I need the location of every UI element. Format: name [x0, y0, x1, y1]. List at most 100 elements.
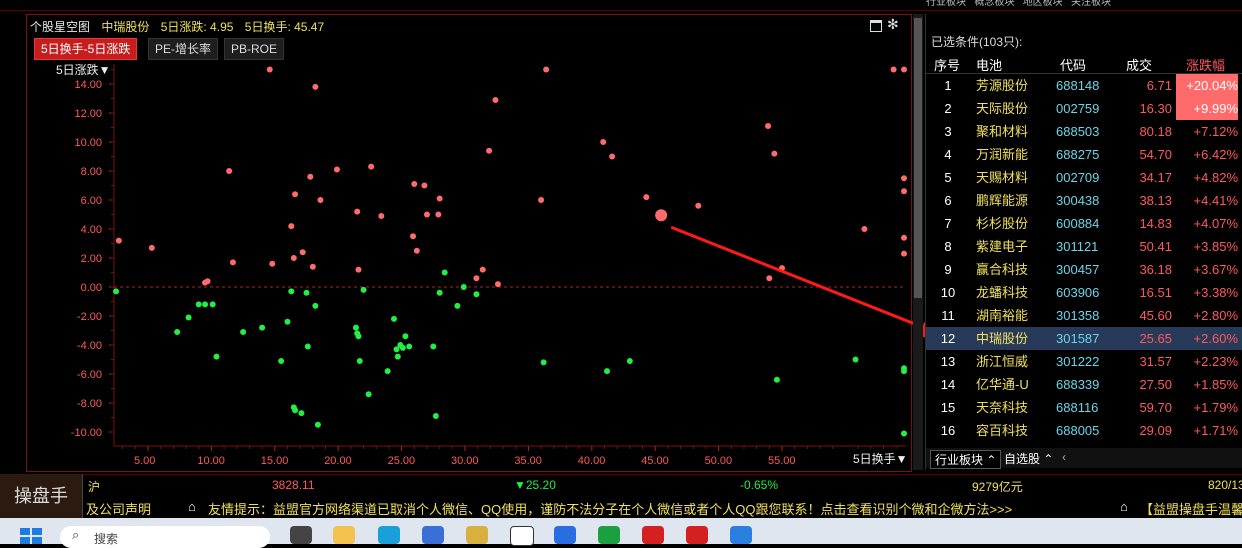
search-placeholder: 搜索 [94, 532, 119, 546]
header-code[interactable]: 代码 [1060, 55, 1086, 74]
up-point [269, 260, 276, 267]
tab-watch[interactable]: 关注板块 [1071, 0, 1111, 8]
edge-icon[interactable] [378, 526, 400, 544]
row-name: 杉杉股份 [976, 216, 1029, 231]
y-tick-label: 2.00 [81, 253, 102, 265]
down-point [384, 368, 391, 375]
up-point [861, 226, 868, 232]
folder-icon[interactable] [333, 526, 355, 544]
scroll-left-icon[interactable]: ‹ [1062, 450, 1066, 464]
stock-row[interactable]: 7 杉杉股份 600884 14.83 +4.07% [926, 212, 1242, 235]
up-point [226, 168, 233, 174]
stock-row[interactable]: 13 浙江恒威 301222 31.57 +2.23% [926, 350, 1242, 373]
tool-icon[interactable] [466, 526, 488, 544]
row-no: 6 [944, 193, 952, 208]
row-no: 4 [944, 147, 952, 162]
header-no[interactable]: 序号 [934, 55, 960, 74]
stock-row[interactable]: 15 天奈科技 688116 59.70 +1.79% [926, 396, 1242, 419]
stock-row[interactable]: 4 万润新能 688275 54.70 +6.42% [926, 143, 1242, 166]
header-price[interactable]: 成交 [1126, 55, 1152, 74]
down-point [390, 315, 397, 322]
trading-app-icon[interactable] [642, 526, 664, 544]
stock-row[interactable]: 8 紫建电子 301121 50.41 +3.85% [926, 235, 1242, 258]
row-price: 6.71 [1146, 78, 1172, 93]
scrollbar-thumb[interactable] [914, 18, 922, 298]
bottom-tab-watchlist[interactable]: 自选股 ⌃ [1004, 450, 1053, 467]
row-change: +4.41% [1193, 193, 1238, 208]
stock-row[interactable]: 6 鹏辉能源 300438 38.13 +4.41% [926, 189, 1242, 212]
stock-row[interactable]: 10 龙蟠科技 603906 16.51 +3.38% [926, 281, 1242, 304]
row-no: 11 [941, 308, 955, 323]
row-price: 36.18 [1139, 262, 1172, 277]
announce-label[interactable]: 及公司声明 [86, 499, 151, 518]
down-point [402, 333, 409, 340]
wechat-icon[interactable] [598, 526, 620, 544]
down-point [852, 356, 859, 363]
app-icon[interactable] [554, 526, 576, 544]
stock-row[interactable]: 2 天际股份 002759 16.30 +9.99% [926, 97, 1242, 120]
up-point [766, 275, 773, 282]
ticker-text[interactable]: 友情提示：益盟官方网络渠道已取消个人微信、QQ使用，谨防不法分子在个人微信或者个… [208, 499, 1012, 518]
panda-icon[interactable] [510, 526, 534, 546]
up-point [368, 163, 375, 170]
down-point [240, 328, 247, 335]
up-down-ratio: 820/13 [1208, 478, 1242, 492]
stock-row[interactable]: 12 中瑞股份 301587 25.65 +2.60% [926, 327, 1242, 350]
market-volume: 9279亿元 [972, 480, 1023, 494]
stock-row[interactable]: 16 容百科技 688005 29.09 +1.71% [926, 419, 1242, 442]
windows-start-icon[interactable] [20, 528, 42, 544]
trading-app-2-icon[interactable] [686, 526, 708, 544]
y-tick-label: -10.00 [71, 427, 102, 439]
header-name[interactable]: 电池 [976, 55, 1002, 74]
y-tick-label: 8.00 [81, 166, 102, 178]
stock-row[interactable]: 3 聚和材料 688503 80.18 +7.12% [926, 120, 1242, 143]
stock-row[interactable]: 11 湖南裕能 301358 45.60 +2.80% [926, 304, 1242, 327]
tab-industry[interactable]: 行业板块 [926, 0, 966, 8]
row-change: +4.82% [1193, 170, 1238, 185]
up-point [378, 212, 385, 219]
stock-row[interactable]: 1 芳源股份 688148 6.71 +20.04% [926, 74, 1242, 97]
down-point [626, 357, 633, 364]
up-point [643, 194, 650, 201]
ticker-text-2[interactable]: 【益盟操盘手温馨 [1140, 499, 1242, 518]
down-point [454, 302, 461, 309]
down-point [174, 328, 181, 335]
row-change: +4.07% [1193, 216, 1238, 231]
row-name: 容百科技 [976, 423, 1029, 438]
y-tick-label: -6.00 [77, 369, 102, 381]
row-name: 聚和材料 [976, 124, 1029, 139]
x-axis-label: 5日换手▼ [853, 452, 908, 466]
up-point [609, 153, 616, 160]
row-code: 688005 [1056, 423, 1100, 438]
up-point [436, 195, 443, 202]
down-point [202, 301, 209, 308]
row-change: +3.67% [1193, 262, 1238, 277]
down-point [901, 430, 907, 437]
up-point [333, 166, 340, 173]
store-icon[interactable] [422, 526, 444, 544]
stock-row[interactable]: 14 亿华通-U 688339 27.50 +1.85% [926, 373, 1242, 396]
stock-row[interactable]: 5 天赐材料 002709 34.17 +4.82% [926, 166, 1242, 189]
header-change[interactable]: 涨跌幅 [1186, 55, 1225, 74]
bottom-tab-industry-label: 行业板块 [935, 453, 984, 467]
stock-row[interactable]: 9 赢合科技 300457 36.18 +3.67% [926, 258, 1242, 281]
tab-concept[interactable]: 概念板块 [974, 0, 1014, 8]
row-change: +20.04% [1176, 74, 1238, 97]
tab-region[interactable]: 地区板块 [1023, 0, 1063, 8]
row-code: 301587 [1056, 331, 1100, 346]
row-price: 54.70 [1139, 147, 1172, 162]
start-tile [20, 537, 30, 544]
x-tick-label: 40.00 [578, 455, 606, 467]
operator-button[interactable]: 操盘手 [0, 474, 83, 518]
row-name: 龙蟠科技 [976, 285, 1029, 300]
y-tick-label: -4.00 [77, 340, 102, 352]
up-point [543, 66, 550, 73]
bottom-tab-industry[interactable]: 行业板块 ⌃ [930, 450, 1002, 469]
browser-icon[interactable] [730, 526, 752, 544]
taskview-icon[interactable] [290, 526, 312, 544]
row-price: 27.50 [1139, 377, 1172, 392]
x-tick-label: 50.00 [705, 455, 733, 467]
down-point [195, 301, 202, 308]
taskbar-search[interactable]: ⌕ 搜索 [60, 526, 270, 548]
start-tile [32, 537, 42, 544]
